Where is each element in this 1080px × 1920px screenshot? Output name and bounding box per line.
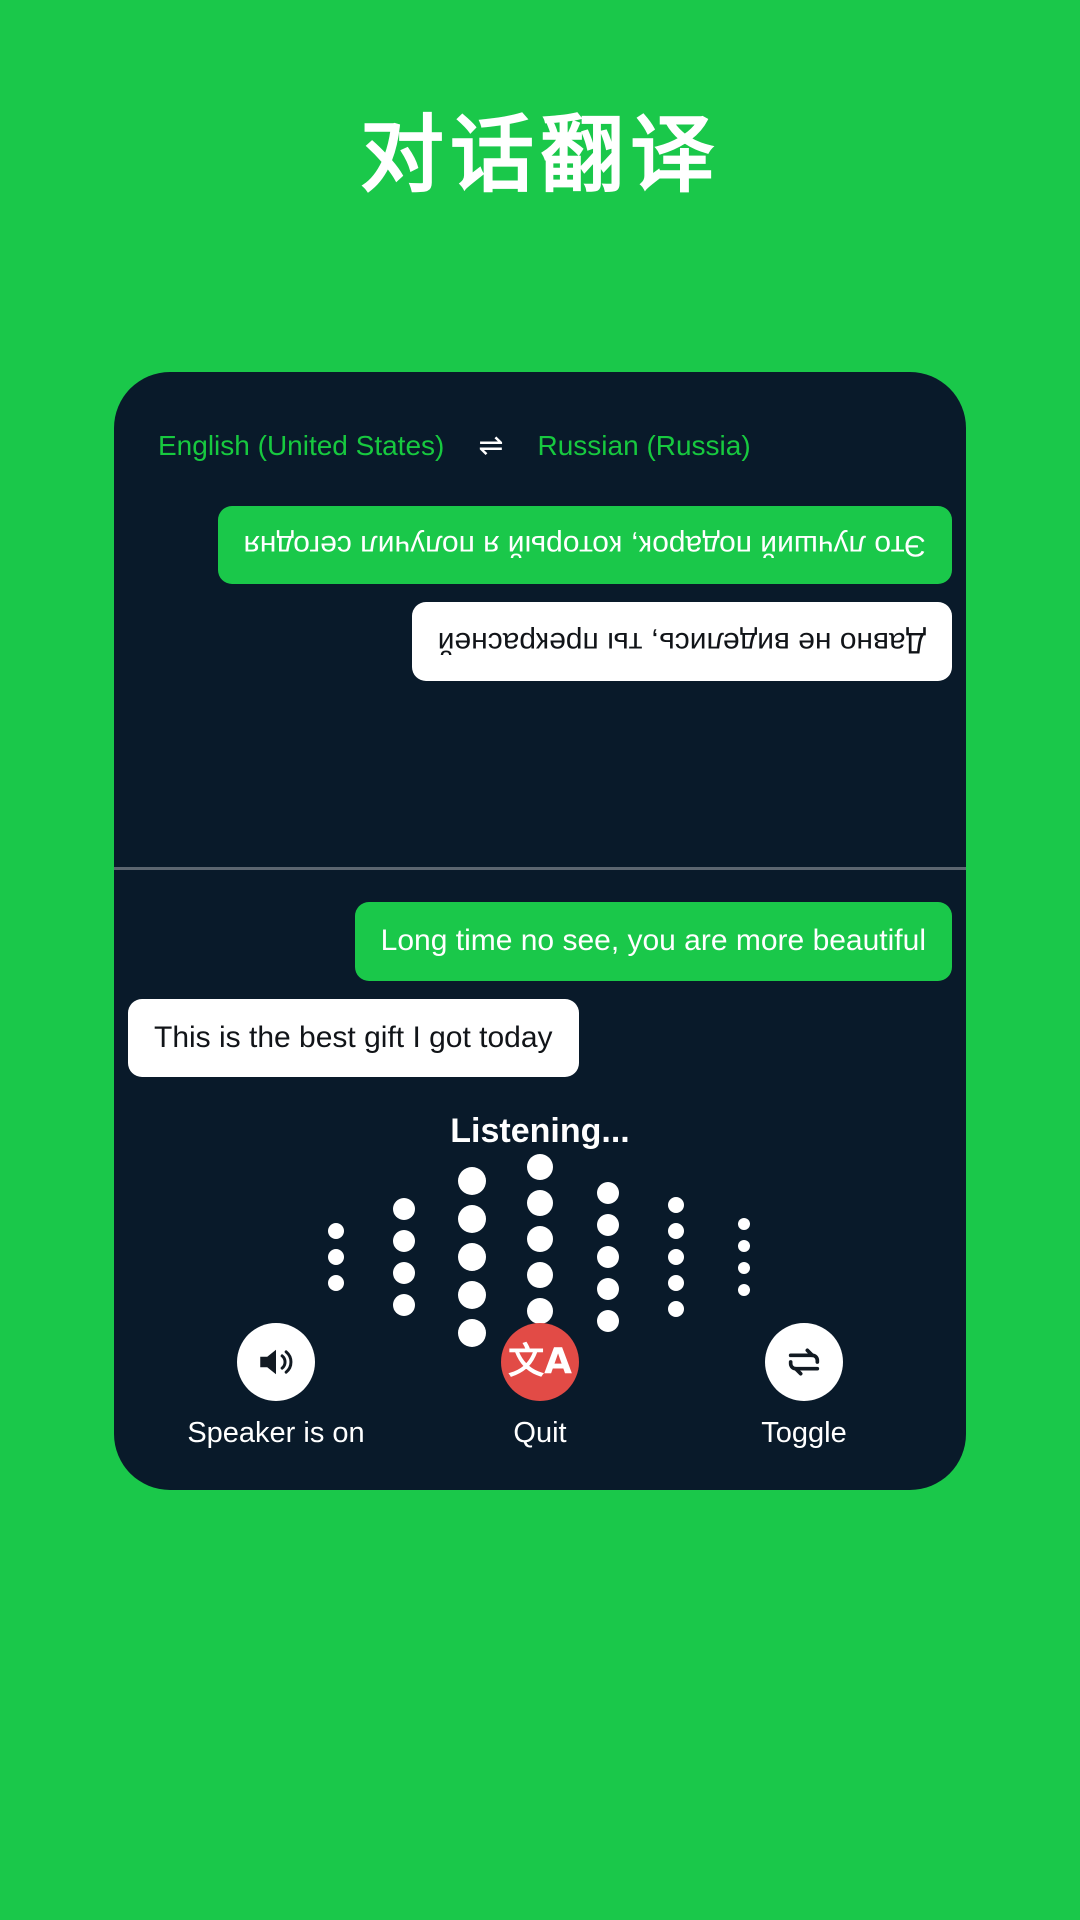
visualizer-dot xyxy=(393,1262,415,1284)
source-language-selector[interactable]: English (United States) xyxy=(158,430,444,462)
message-bubble[interactable]: This is the best gift I got today xyxy=(128,998,579,1077)
message-bubble[interactable]: Long time no see, you are more beautiful xyxy=(354,902,952,981)
visualizer-dot xyxy=(738,1240,750,1252)
control-bar: Speaker is on 文A Quit Toggle xyxy=(114,1323,966,1450)
visualizer-dot xyxy=(527,1190,553,1216)
conversation-top-pane: Давно не виделись, ты прекрасней Это луч… xyxy=(114,472,966,902)
visualizer-dot xyxy=(668,1249,684,1265)
visualizer-column xyxy=(302,1167,370,1347)
visualizer-dot xyxy=(328,1275,344,1291)
visualizer-dot xyxy=(527,1154,553,1180)
visualizer-column xyxy=(506,1154,574,1360)
message-bubble[interactable]: Это лучший подарок, который я получил се… xyxy=(217,506,952,585)
app-screen: 对话翻译 English (United States) ⇌ Russian (… xyxy=(0,0,1080,1920)
target-language-selector[interactable]: Russian (Russia) xyxy=(538,430,751,462)
visualizer-dot xyxy=(527,1226,553,1252)
phone-panel: English (United States) ⇌ Russian (Russi… xyxy=(114,372,966,1490)
visualizer-dot xyxy=(738,1284,750,1296)
visualizer-column xyxy=(642,1167,710,1347)
visualizer-dot xyxy=(668,1197,684,1213)
message-row: Давно не виделись, ты прекрасней xyxy=(128,585,952,681)
visualizer-column xyxy=(710,1167,778,1347)
language-bar: English (United States) ⇌ Russian (Russi… xyxy=(114,430,966,462)
visualizer-dot xyxy=(597,1278,619,1300)
visualizer-dot xyxy=(458,1205,486,1233)
toggle-button[interactable]: Toggle xyxy=(694,1323,914,1450)
speaker-on-icon[interactable] xyxy=(237,1323,315,1401)
visualizer-dot xyxy=(458,1281,486,1309)
visualizer-dot xyxy=(668,1223,684,1239)
speaker-toggle-button[interactable]: Speaker is on xyxy=(166,1323,386,1450)
visualizer-dot xyxy=(597,1182,619,1204)
message-row: Long time no see, you are more beautiful xyxy=(128,902,952,999)
page-title: 对话翻译 xyxy=(359,106,720,204)
visualizer-dot xyxy=(458,1167,486,1195)
translate-glyph: 文A xyxy=(508,1341,572,1382)
visualizer-column xyxy=(574,1167,642,1347)
speaker-toggle-label: Speaker is on xyxy=(187,1417,365,1449)
toggle-label: Toggle xyxy=(761,1417,847,1449)
visualizer-dot xyxy=(597,1246,619,1268)
visualizer-dot xyxy=(668,1301,684,1317)
visualizer-dot xyxy=(458,1243,486,1271)
message-row: Это лучший подарок, который я получил се… xyxy=(128,488,952,585)
visualizer-dot xyxy=(527,1298,553,1324)
audio-dot-visualizer xyxy=(114,1154,966,1360)
pane-divider xyxy=(114,867,966,870)
translate-icon[interactable]: 文A xyxy=(501,1323,579,1401)
visualizer-dot xyxy=(738,1262,750,1274)
visualizer-dot xyxy=(328,1223,344,1239)
repeat-swap-icon[interactable] xyxy=(765,1323,843,1401)
visualizer-dot xyxy=(527,1262,553,1288)
swap-horizontal-icon[interactable]: ⇌ xyxy=(478,431,503,461)
visualizer-dot xyxy=(328,1249,344,1265)
listening-status: Listening... xyxy=(450,1112,630,1150)
message-bubble[interactable]: Давно не виделись, ты прекрасней xyxy=(411,602,952,681)
quit-button[interactable]: 文A Quit xyxy=(430,1323,650,1450)
visualizer-dot xyxy=(738,1218,750,1230)
visualizer-dot xyxy=(597,1214,619,1236)
quit-label: Quit xyxy=(513,1417,567,1449)
visualizer-column xyxy=(370,1167,438,1347)
message-row: This is the best gift I got today xyxy=(128,998,952,1096)
visualizer-dot xyxy=(668,1275,684,1291)
visualizer-dot xyxy=(393,1294,415,1316)
visualizer-dot xyxy=(393,1230,415,1252)
visualizer-column xyxy=(438,1167,506,1347)
visualizer-dot xyxy=(393,1198,415,1220)
